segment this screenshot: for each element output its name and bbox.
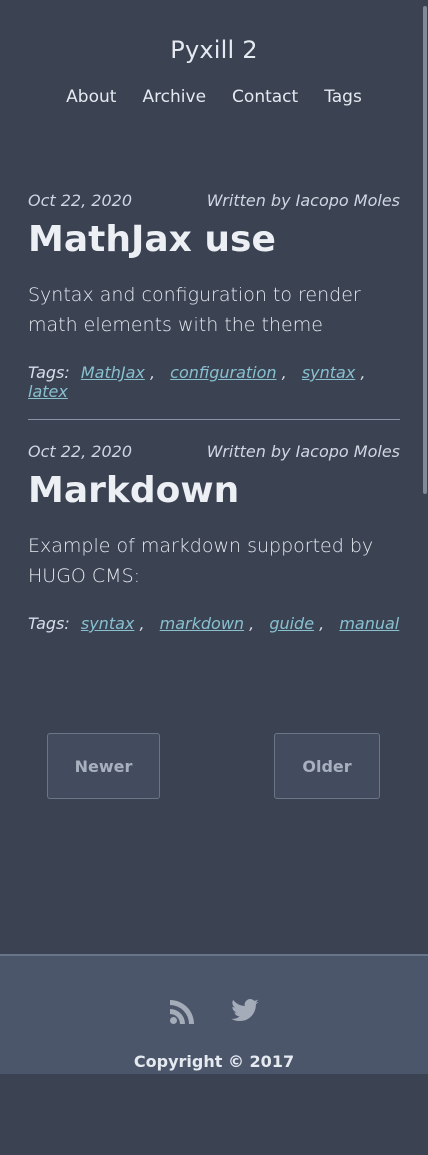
tag-separator: , (276, 363, 287, 382)
tag-link[interactable]: manual (339, 614, 399, 633)
tag-link[interactable]: latex (28, 382, 68, 401)
scrollbar-thumb[interactable] (423, 6, 427, 494)
tag-separator: , (244, 614, 255, 633)
nav-item-about[interactable]: About (66, 87, 116, 107)
tag-link[interactable]: syntax (81, 614, 135, 633)
tag-link[interactable]: markdown (160, 614, 244, 633)
copyright-text: Copyright © 2017 (133, 1052, 295, 1071)
post-author: Written by Iacopo Moles (206, 191, 400, 210)
nav-item-contact[interactable]: Contact (232, 87, 298, 107)
site-title[interactable]: Pyxill 2 (0, 36, 428, 64)
post-author: Written by Iacopo Moles (206, 442, 400, 461)
tag-separator: , (134, 614, 145, 633)
tag-link[interactable]: syntax (302, 363, 356, 382)
post-summary: Syntax and configuration to render math … (28, 284, 361, 336)
pagination: Newer Older (0, 733, 428, 801)
post-card: Oct 22, 2020 Written by Iacopo Moles Mat… (28, 191, 400, 420)
site-footer: Copyright © 2017 (0, 954, 428, 1074)
tag-link[interactable]: MathJax (81, 363, 145, 382)
post-card: Oct 22, 2020 Written by Iacopo Moles Mar… (28, 442, 400, 651)
post-date: Oct 22, 2020 (28, 191, 132, 210)
tags-label: Tags: (28, 614, 70, 633)
tag-separator: , (355, 363, 366, 382)
post-meta: Oct 22, 2020 Written by Iacopo Moles (28, 442, 400, 461)
tag-separator: , (314, 614, 325, 633)
newer-button[interactable]: Newer (47, 733, 160, 799)
tag-link[interactable]: configuration (170, 363, 276, 382)
tag-separator: , (144, 363, 156, 382)
nav-item-tags[interactable]: Tags (324, 87, 362, 107)
post-date: Oct 22, 2020 (28, 442, 132, 461)
post-title[interactable]: MathJax use (28, 220, 400, 260)
post-tags: Tags: syntax , markdown , guide , manual (28, 614, 400, 633)
post-title[interactable]: Markdown (28, 471, 400, 511)
post-list: Oct 22, 2020 Written by Iacopo Moles Mat… (0, 191, 428, 651)
tag-link[interactable]: guide (269, 614, 314, 633)
social-links (0, 996, 428, 1026)
site-header: Pyxill 2 About Archive Contact Tags (0, 0, 428, 107)
rss-icon[interactable] (168, 996, 198, 1026)
post-summary: Example of markdown supported by HUGO CM… (28, 535, 374, 587)
twitter-icon[interactable] (230, 996, 260, 1026)
main-nav: About Archive Contact Tags (0, 87, 428, 107)
nav-item-archive[interactable]: Archive (142, 87, 206, 107)
post-tags: Tags: MathJax , configuration , syntax ,… (28, 363, 400, 401)
older-button[interactable]: Older (274, 733, 380, 799)
post-meta: Oct 22, 2020 Written by Iacopo Moles (28, 191, 400, 210)
tags-label: Tags: (28, 363, 70, 382)
